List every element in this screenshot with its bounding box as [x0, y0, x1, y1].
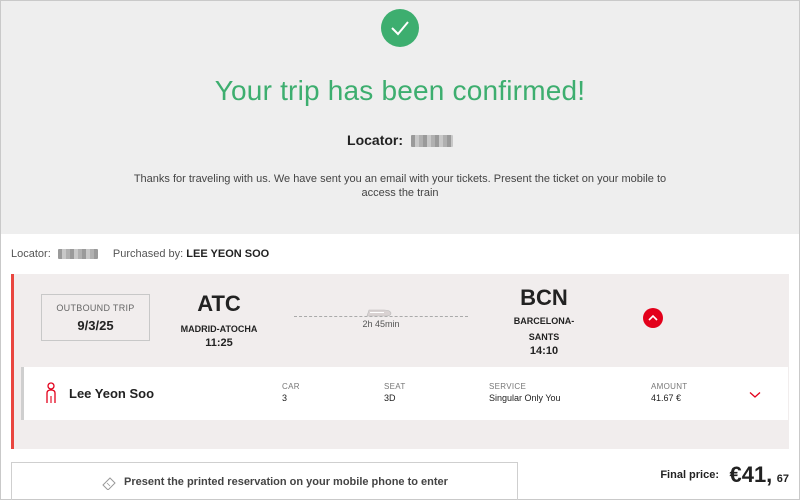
present-reservation-text: Present the printed reservation on your … [124, 476, 448, 488]
chevron-up-icon [648, 314, 658, 321]
service-value: Singular Only You [489, 393, 561, 403]
locator-redacted [410, 135, 453, 148]
passenger-row: Lee Yeon Soo CAR 3 SEAT 3D SERVICE Singu… [21, 367, 788, 420]
destination-name-1: BARCELONA- [513, 316, 575, 326]
service-label: SERVICE [489, 382, 527, 391]
collapse-trip-button[interactable] [643, 308, 663, 328]
seat-column: SEAT 3D [384, 382, 406, 403]
chevron-down-icon [749, 392, 761, 398]
car-value: 3 [282, 393, 288, 403]
purchased-by-label: Purchased by: [112, 248, 184, 260]
outbound-trip-box: OUTBOUND TRIP 9/3/25 [41, 294, 150, 341]
trip-duration: 2h 45min [362, 319, 400, 329]
seat-label: SEAT [384, 382, 406, 391]
origin-code: ATC [197, 291, 241, 316]
final-price: Final price: €41, 67 [660, 462, 789, 488]
car-column: CAR 3 [282, 382, 300, 403]
confirmation-message: Thanks for traveling with us. We have se… [133, 173, 667, 199]
check-icon [381, 9, 419, 47]
person-icon [45, 382, 57, 409]
trip-card: OUTBOUND TRIP 9/3/25 ATC MADRID-ATOCHA 1… [11, 274, 789, 449]
car-label: CAR [282, 382, 300, 391]
passenger-name: Lee Yeon Soo [69, 386, 155, 401]
confirmation-locator: Locator: [1, 132, 799, 148]
final-price-decimals: 67 [776, 473, 789, 485]
arrival-time: 14:10 [529, 345, 559, 357]
service-column: SERVICE Singular Only You [489, 382, 561, 403]
final-price-integer: €41, [729, 462, 773, 487]
purchaser-name: LEE YEON SOO [186, 248, 270, 260]
final-price-label: Final price: [660, 469, 720, 481]
expand-passenger-button[interactable] [749, 386, 761, 404]
meta-locator-redacted [57, 249, 98, 260]
booking-meta: Locator: Purchased by: LEE YEON SOO [11, 248, 269, 260]
outbound-label: OUTBOUND TRIP [56, 303, 135, 313]
present-reservation-note: Present the printed reservation on your … [11, 462, 518, 500]
meta-locator-label: Locator: [11, 248, 51, 260]
departure-time: 11:25 [205, 337, 233, 349]
seat-value: 3D [384, 393, 396, 403]
amount-value: 41.67 € [651, 393, 682, 403]
destination-name-2: SANTS [528, 332, 560, 342]
ticket-icon [102, 477, 116, 490]
confirmation-title: Your trip has been confirmed! [214, 75, 586, 106]
locator-label: Locator: [347, 132, 404, 148]
origin-station: ATC MADRID-ATOCHA 11:25 [164, 291, 274, 349]
destination-station: BCN BARCELONA- SANTS 14:10 [494, 285, 594, 357]
confirmation-banner: Your trip has been confirmed! Locator: T… [1, 1, 799, 234]
trip-date: 9/3/25 [77, 318, 114, 333]
amount-column: AMOUNT 41.67 € [651, 382, 687, 403]
destination-code: BCN [520, 285, 568, 310]
amount-label: AMOUNT [651, 382, 688, 391]
origin-name: MADRID-ATOCHA [180, 324, 258, 334]
